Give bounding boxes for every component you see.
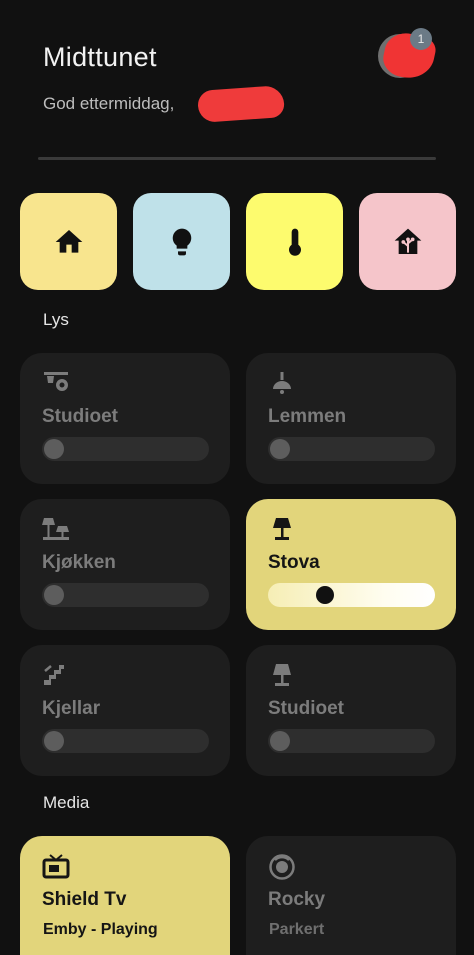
media-status: Parkert <box>269 921 325 938</box>
home-assistant-icon <box>394 228 421 254</box>
spotlight-icon <box>44 372 68 391</box>
stairs-icon <box>44 665 64 685</box>
media-card[interactable]: Rocky Parkert <box>246 836 456 955</box>
slider-thumb[interactable] <box>44 439 64 459</box>
section-title-lights: Lys <box>43 310 69 329</box>
nav-tile-home[interactable] <box>20 193 117 290</box>
lightbulb-icon <box>172 228 191 255</box>
light-label: Studioet <box>42 406 118 427</box>
light-card[interactable]: Lemmen <box>246 353 456 484</box>
brightness-slider[interactable] <box>268 583 435 607</box>
brightness-slider[interactable] <box>42 729 209 753</box>
light-label: Kjøkken <box>42 552 116 573</box>
home-icon <box>55 229 82 253</box>
media-label: Rocky <box>268 889 326 910</box>
light-card[interactable]: Kjøkken <box>20 499 230 630</box>
slider-thumb[interactable] <box>270 731 290 751</box>
light-label: Kjellar <box>42 698 101 719</box>
light-card[interactable]: Studioet <box>246 645 456 776</box>
media-card[interactable]: Shield Tv Emby - Playing <box>20 836 230 955</box>
slider-thumb[interactable] <box>270 439 290 459</box>
ceiling-lamp-icon <box>273 372 291 394</box>
redaction-mark <box>196 85 286 123</box>
light-label: Studioet <box>268 698 344 719</box>
slider-thumb[interactable] <box>316 586 335 604</box>
light-card[interactable]: Stova <box>246 499 456 630</box>
media-label: Shield Tv <box>42 889 127 910</box>
header-divider <box>38 157 436 160</box>
page-title: Midttunet <box>43 42 157 72</box>
light-label: Stova <box>268 552 320 573</box>
brightness-slider[interactable] <box>268 729 435 753</box>
light-card[interactable]: Studioet <box>20 353 230 484</box>
greeting-text: God ettermiddag, <box>43 94 175 113</box>
notification-badge[interactable]: 1 <box>410 28 432 50</box>
robot-vacuum-icon <box>269 854 295 880</box>
section-title-media: Media <box>43 793 90 812</box>
nav-tile-automation[interactable] <box>359 193 456 290</box>
floor-lamp-icon <box>273 518 291 540</box>
media-status: Emby - Playing <box>43 921 158 938</box>
brightness-slider[interactable] <box>42 583 209 607</box>
table-lamps-icon <box>42 518 69 540</box>
nav-tile-climate[interactable] <box>246 193 343 290</box>
desk-lamp-icon <box>273 664 291 686</box>
slider-thumb[interactable] <box>44 731 64 751</box>
brightness-slider[interactable] <box>268 437 435 461</box>
thermometer-icon <box>288 228 301 256</box>
light-label: Lemmen <box>268 406 347 427</box>
tv-icon <box>42 854 70 879</box>
nav-tile-lights[interactable] <box>133 193 230 290</box>
slider-thumb[interactable] <box>44 585 64 605</box>
brightness-slider[interactable] <box>42 437 209 461</box>
light-card[interactable]: Kjellar <box>20 645 230 776</box>
